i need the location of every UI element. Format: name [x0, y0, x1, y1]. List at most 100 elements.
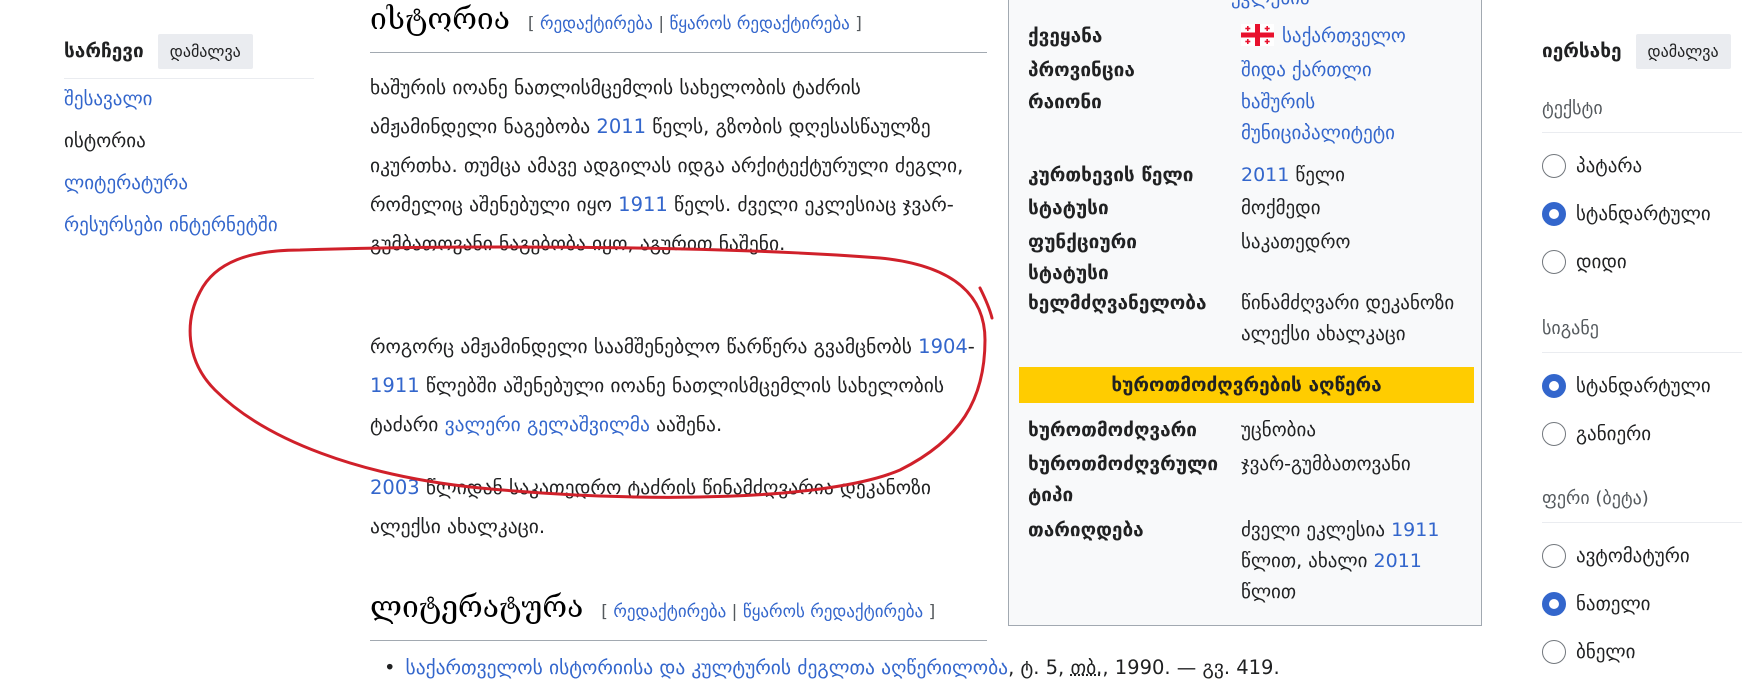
- text: წლით, ახალი: [1241, 550, 1374, 572]
- text: , ტ. 5,: [1008, 656, 1071, 679]
- year-link[interactable]: 2011: [1241, 164, 1289, 186]
- infobox-label: ფუნქციური სტატუსი: [1028, 231, 1137, 284]
- text: -: [967, 335, 975, 358]
- country-link[interactable]: საქართველო: [1282, 25, 1406, 47]
- radio-label: ავტომატური: [1576, 545, 1690, 567]
- appearance-header: იერსახე დამალვა: [1542, 32, 1742, 70]
- radio-label: სტანდარტული: [1576, 203, 1711, 225]
- bracket: [: [601, 602, 608, 622]
- edit-link[interactable]: რედაქტირება: [613, 602, 726, 622]
- radio-width-standard[interactable]: სტანდარტული: [1542, 374, 1711, 398]
- toc-item-history[interactable]: ისტორია: [64, 130, 146, 152]
- year-link[interactable]: 2011: [596, 115, 646, 138]
- infobox-label: პროვინცია: [1028, 59, 1135, 81]
- text: ააშენა.: [649, 413, 723, 436]
- radio-label: დიდი: [1576, 251, 1627, 273]
- year-link[interactable]: 1911: [370, 374, 420, 397]
- year-link[interactable]: 1911: [1391, 519, 1439, 541]
- text: როგორც ამჟამინდელი საამშენებლო წარწერა გ…: [370, 335, 919, 358]
- text: წელი: [1289, 164, 1345, 186]
- radio-text-standard[interactable]: სტანდარტული: [1542, 202, 1711, 226]
- text: ძველი ეკლესია: [1241, 519, 1392, 541]
- toc-header: სარჩევი დამალვა: [64, 32, 314, 79]
- infobox-label: რაიონი: [1028, 91, 1102, 113]
- toc-item-intro[interactable]: შესავალი: [64, 88, 153, 110]
- radio-circle[interactable]: [1542, 202, 1566, 226]
- radio-label: ბნელი: [1576, 641, 1636, 663]
- infobox: ეკლესია ქვეყანა საქართველო პროვინცია შიდ…: [1008, 0, 1482, 626]
- year-link[interactable]: 2003: [370, 476, 420, 499]
- infobox-label: ხელმძღვანელობა: [1028, 292, 1207, 314]
- radio-label: სტანდარტული: [1576, 375, 1711, 397]
- infobox-value: წინამძღვარი დეკანოზი ალექსი ახალკაცი: [1241, 292, 1455, 345]
- edit-link[interactable]: რედაქტირება: [540, 14, 653, 34]
- infobox-section-header: ხუროთმოძღვრების აღწერა: [1019, 367, 1474, 403]
- infobox-top-value[interactable]: ეკლესია: [1231, 0, 1310, 9]
- district-link[interactable]: ხაშურის მუნიციპალიტეტი: [1241, 87, 1461, 149]
- radio-circle[interactable]: [1542, 374, 1566, 398]
- province-link[interactable]: შიდა ქართლი: [1241, 55, 1481, 86]
- table-of-contents: სარჩევი დამალვა შესავალი ისტორია ლიტერატ…: [64, 32, 314, 236]
- radio-circle[interactable]: [1542, 422, 1566, 446]
- infobox-label: სტატუსი: [1028, 197, 1109, 219]
- infobox-value: მოქმედი: [1241, 197, 1321, 219]
- infobox-value: ძველი ეკლესია 1911 წლით, ახალი 2011 წლით: [1241, 515, 1461, 608]
- history-edit-links: [ რედაქტირება | წყაროს რედაქტირება ]: [528, 14, 862, 34]
- infobox-label: ხუროთმოძღვარი: [1028, 419, 1198, 441]
- reference-link[interactable]: საქართველოს ისტორიისა და კულტურის ძეგლთა…: [406, 656, 1009, 679]
- infobox-label: ქვეყანა: [1028, 25, 1103, 47]
- appearance-hide-button[interactable]: დამალვა: [1635, 33, 1731, 69]
- radio-label: ნათელი: [1576, 593, 1651, 615]
- bracket: [: [527, 14, 535, 34]
- text: წლით: [1241, 581, 1297, 603]
- abbreviation: თბ.: [1070, 656, 1103, 679]
- radio-text-small[interactable]: პატარა: [1542, 154, 1642, 178]
- separator: |: [731, 602, 738, 622]
- bracket: ]: [928, 602, 936, 622]
- history-paragraph-1: ხაშურის იოანე ნათლისმცემლის სახელობის ტა…: [370, 68, 987, 263]
- radio-text-large[interactable]: დიდი: [1542, 250, 1627, 274]
- radio-circle[interactable]: [1542, 592, 1566, 616]
- literature-heading: ლიტერატურა [ რედაქტირება | წყაროს რედაქტ…: [370, 590, 987, 641]
- edit-source-link[interactable]: წყაროს რედაქტირება: [743, 602, 923, 622]
- toc-item-external-links[interactable]: რესურსები ინტერნეტში: [64, 214, 278, 236]
- radio-circle[interactable]: [1542, 154, 1566, 178]
- person-link[interactable]: ვალერი გელაშვილმა: [445, 413, 650, 436]
- text: , 1990. — გვ. 419.: [1102, 656, 1280, 679]
- edit-source-link[interactable]: წყაროს რედაქტირება: [669, 14, 849, 34]
- radio-color-auto[interactable]: ავტომატური: [1542, 544, 1690, 568]
- radio-circle[interactable]: [1542, 250, 1566, 274]
- bullet: •: [384, 656, 396, 679]
- toc-item-literature[interactable]: ლიტერატურა: [64, 172, 188, 194]
- infobox-value: 2011 წელი: [1241, 160, 1481, 191]
- radio-label: პატარა: [1576, 155, 1643, 177]
- radio-color-light[interactable]: ნათელი: [1542, 592, 1651, 616]
- radio-color-dark[interactable]: ბნელი: [1542, 640, 1635, 664]
- history-paragraph-2: როგორც ამჟამინდელი საამშენებლო წარწერა გ…: [370, 327, 987, 444]
- georgia-flag-icon: [1241, 24, 1274, 46]
- history-heading: ისტორია [ რედაქტირება | წყაროს რედაქტირე…: [370, 2, 987, 53]
- infobox-value: ჯვარ-გუმბათოვანი: [1241, 453, 1411, 475]
- divider: [1542, 352, 1742, 353]
- history-paragraph-3: 2003 წლიდან საკათედრო ტაძრის წინამძღვარი…: [370, 468, 987, 546]
- annotation-tail: [978, 286, 994, 320]
- toc-hide-button[interactable]: დამალვა: [157, 33, 253, 69]
- bracket: ]: [855, 14, 862, 34]
- infobox-value: საქართველო: [1241, 21, 1481, 52]
- appearance-panel: იერსახე დამალვა ტექსტი პატარა სტანდარტულ…: [1542, 32, 1742, 664]
- year-link[interactable]: 1911: [618, 193, 668, 216]
- divider: [1542, 522, 1742, 523]
- radio-circle[interactable]: [1542, 640, 1566, 664]
- year-link[interactable]: 2011: [1374, 550, 1422, 572]
- width-label: სიგანე: [1542, 318, 1599, 339]
- infobox-value: უცნობია: [1241, 419, 1316, 441]
- appearance-title: იერსახე: [1542, 40, 1622, 62]
- divider: [1542, 132, 1742, 133]
- infobox-value: საკათედრო: [1241, 231, 1351, 253]
- color-label: ფერი (ბეტა): [1542, 488, 1649, 509]
- radio-label: განიერი: [1576, 423, 1652, 445]
- radio-circle[interactable]: [1542, 544, 1566, 568]
- history-title: ისტორია: [370, 2, 510, 37]
- radio-width-wide[interactable]: განიერი: [1542, 422, 1651, 446]
- year-link[interactable]: 1904: [918, 335, 968, 358]
